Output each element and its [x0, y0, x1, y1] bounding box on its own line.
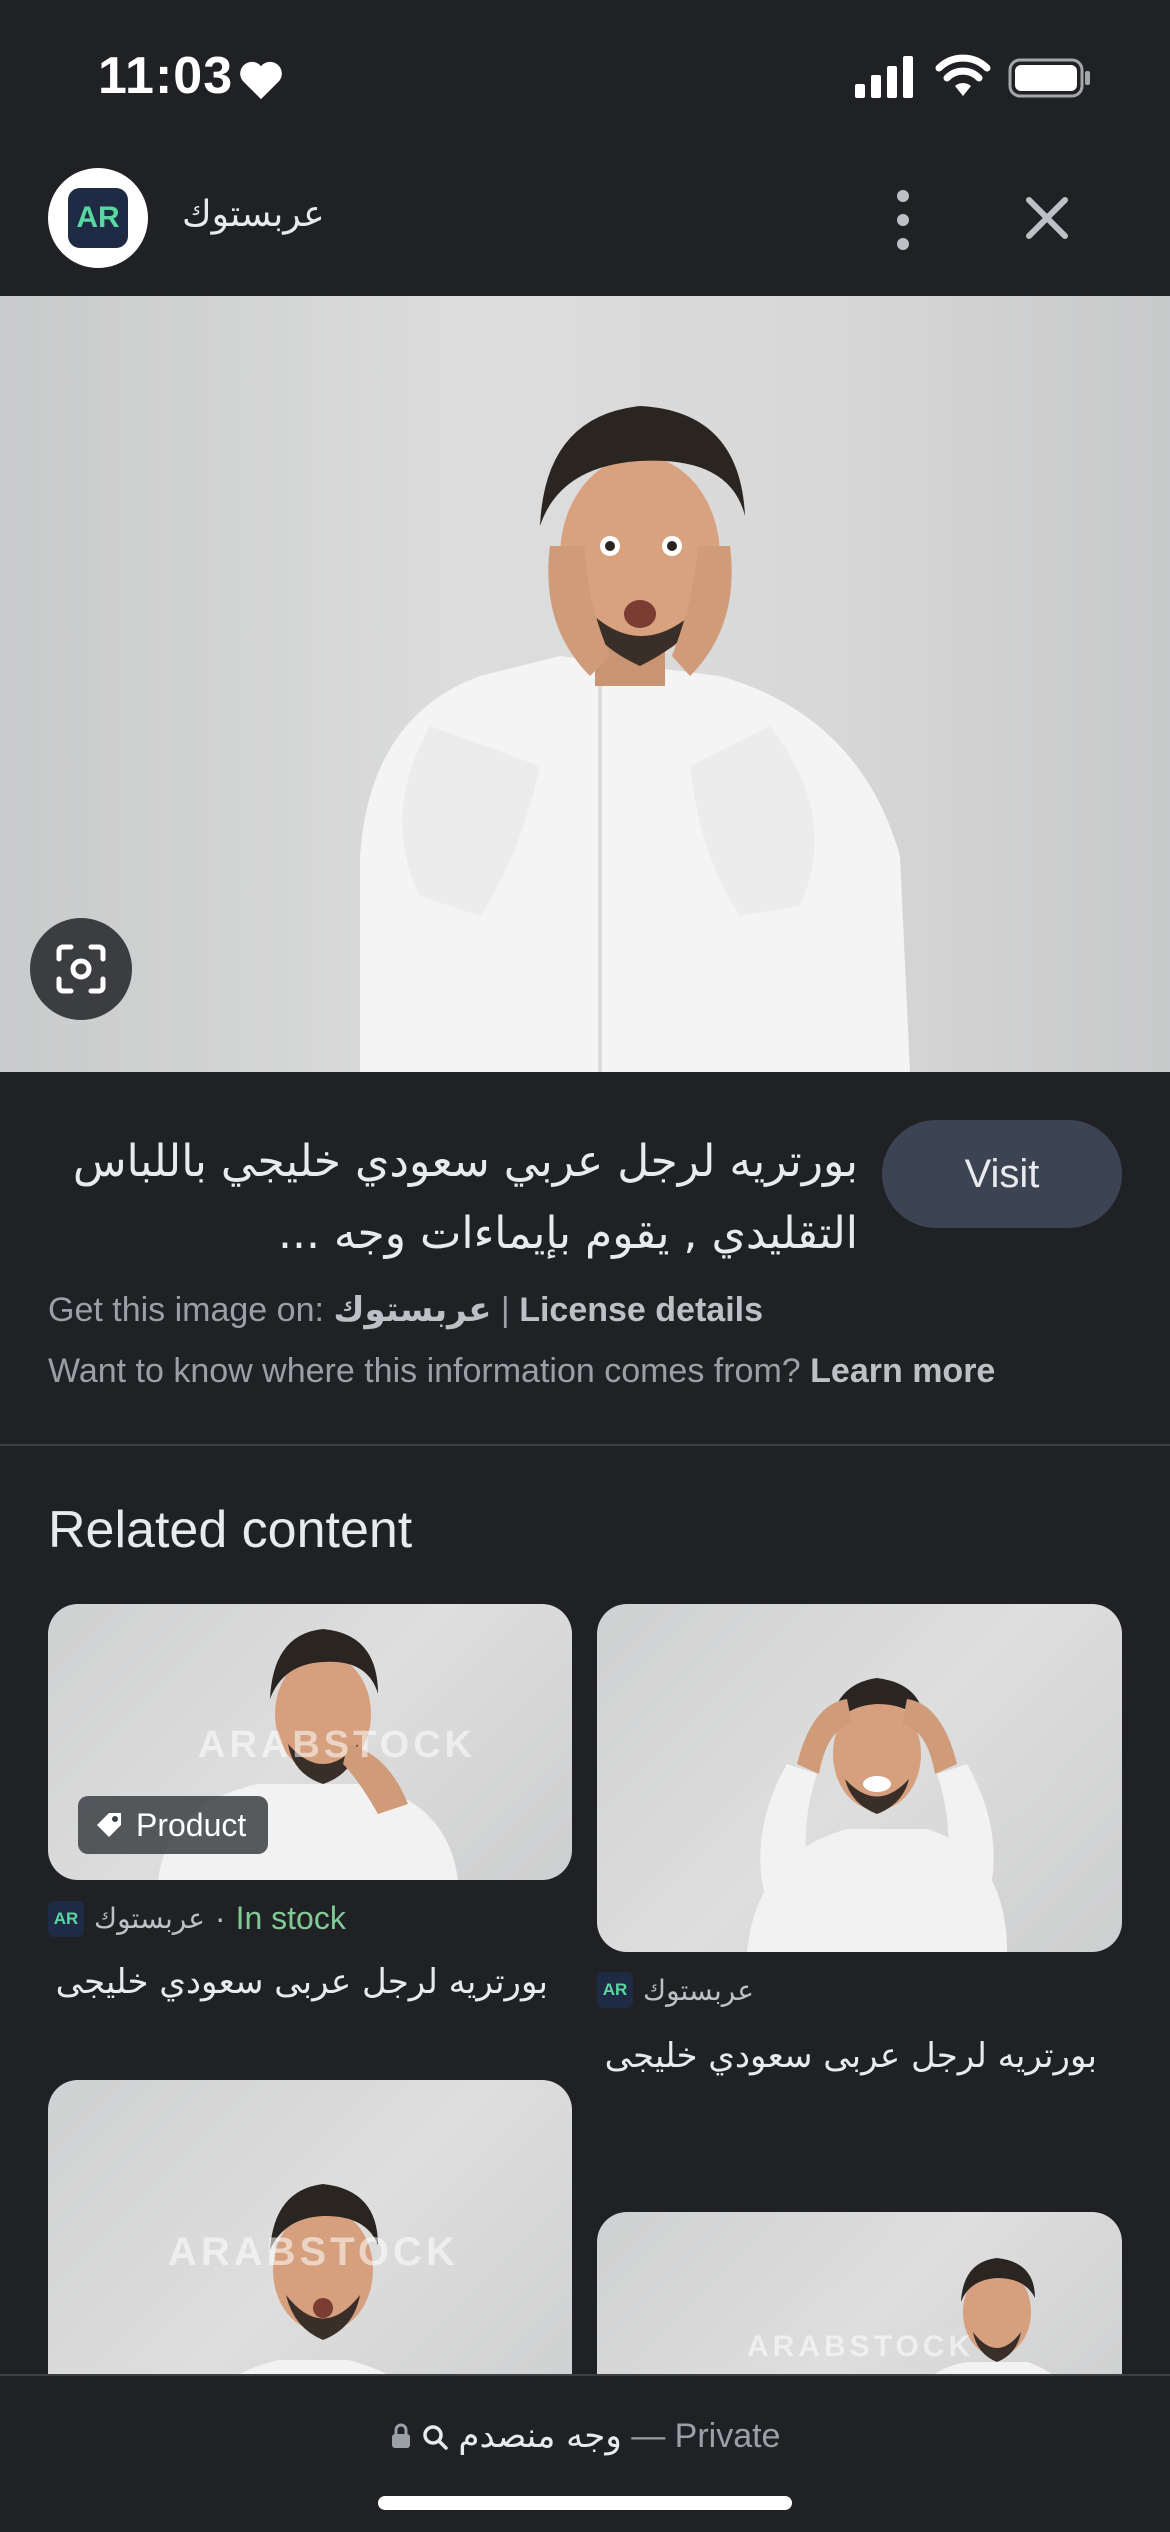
watermark: ARABSTOCK [747, 2330, 975, 2363]
image-title-line-1: بورتريه لرجل عربي سعودي خليجي باللباس [72, 1136, 858, 1187]
card-source-row: AR عربستوك · In stock [48, 1900, 346, 1937]
product-badge: Product [78, 1796, 269, 1854]
meta-separator: | [491, 1291, 520, 1329]
product-badge-label: Product [136, 1806, 247, 1843]
search-icon [423, 2425, 448, 2450]
site-logo-mark: AR [68, 188, 128, 248]
lens-icon [56, 944, 106, 994]
status-time: 11:03 [98, 47, 234, 105]
source-logo-icon: AR [597, 1972, 633, 2008]
image-title-line-2: التقليدي , يقوم بإيماءات وجه ... [277, 1208, 858, 1259]
search-query: وجه منصدم [458, 2416, 622, 2456]
cellular-signal-icon [855, 56, 913, 98]
heart-icon [240, 61, 282, 100]
bottom-address-bar[interactable]: وجه منصدم — Private [0, 2374, 1170, 2532]
card-source-name: عربستوك [643, 1973, 754, 2007]
site-logo[interactable]: AR [48, 168, 148, 268]
man-laughing-illustration [747, 1678, 1007, 1952]
related-card-image[interactable]: ARABSTOCK Product [48, 1604, 572, 1880]
info-source-line: Want to know where this information come… [48, 1352, 995, 1391]
address-row[interactable]: وجه منصدم — Private [0, 2416, 1170, 2456]
image-source-line: Get this image on: عربستوك | License det… [48, 1290, 763, 1330]
in-stock-label: In stock [235, 1900, 346, 1936]
related-card-image[interactable] [597, 1604, 1122, 1952]
man-portrait-illustration [360, 406, 910, 1072]
source-logo-icon: AR [48, 1900, 84, 1937]
watermark: ARABSTOCK [198, 1724, 477, 1766]
visit-button[interactable]: Visit [882, 1120, 1122, 1228]
home-indicator[interactable] [378, 2496, 792, 2510]
license-details-link[interactable]: License details [519, 1291, 763, 1329]
card-title[interactable]: بورتريه لرجل عربى سعودي خليجى [597, 2036, 1097, 2076]
site-name[interactable]: عربستوك [182, 194, 325, 235]
main-image[interactable] [0, 296, 1170, 1072]
section-divider [0, 1444, 1170, 1446]
battery-icon [1008, 58, 1090, 98]
close-icon[interactable] [1015, 186, 1079, 250]
card-source-row: AR عربستوك [597, 1972, 754, 2008]
watermark: ARABSTOCK [168, 2230, 459, 2274]
wifi-icon [935, 54, 991, 96]
card-source-name: عربستوك [94, 1902, 205, 1935]
card-title[interactable]: بورتريه لرجل عربى سعودي خليجى [48, 1962, 548, 2002]
related-content-heading: Related content [48, 1501, 413, 1559]
learn-more-link[interactable]: Learn more [810, 1352, 995, 1390]
image-source-link[interactable]: عربستوك [333, 1291, 491, 1329]
google-lens-button[interactable] [30, 918, 132, 1020]
info-question: Want to know where this information come… [48, 1352, 811, 1390]
lock-icon [391, 2423, 410, 2448]
tag-icon [97, 1813, 121, 1837]
get-image-prefix: Get this image on: [48, 1291, 334, 1329]
more-options-icon[interactable] [875, 180, 931, 260]
card-source-dot: · [214, 1900, 226, 1936]
status-bar: 11:03 [0, 0, 1170, 150]
viewer-header: AR عربستوك [0, 160, 1170, 296]
image-title: بورتريه لرجل عربي سعودي خليجي باللباس ال… [48, 1126, 858, 1270]
private-label: — Private [631, 2417, 781, 2455]
